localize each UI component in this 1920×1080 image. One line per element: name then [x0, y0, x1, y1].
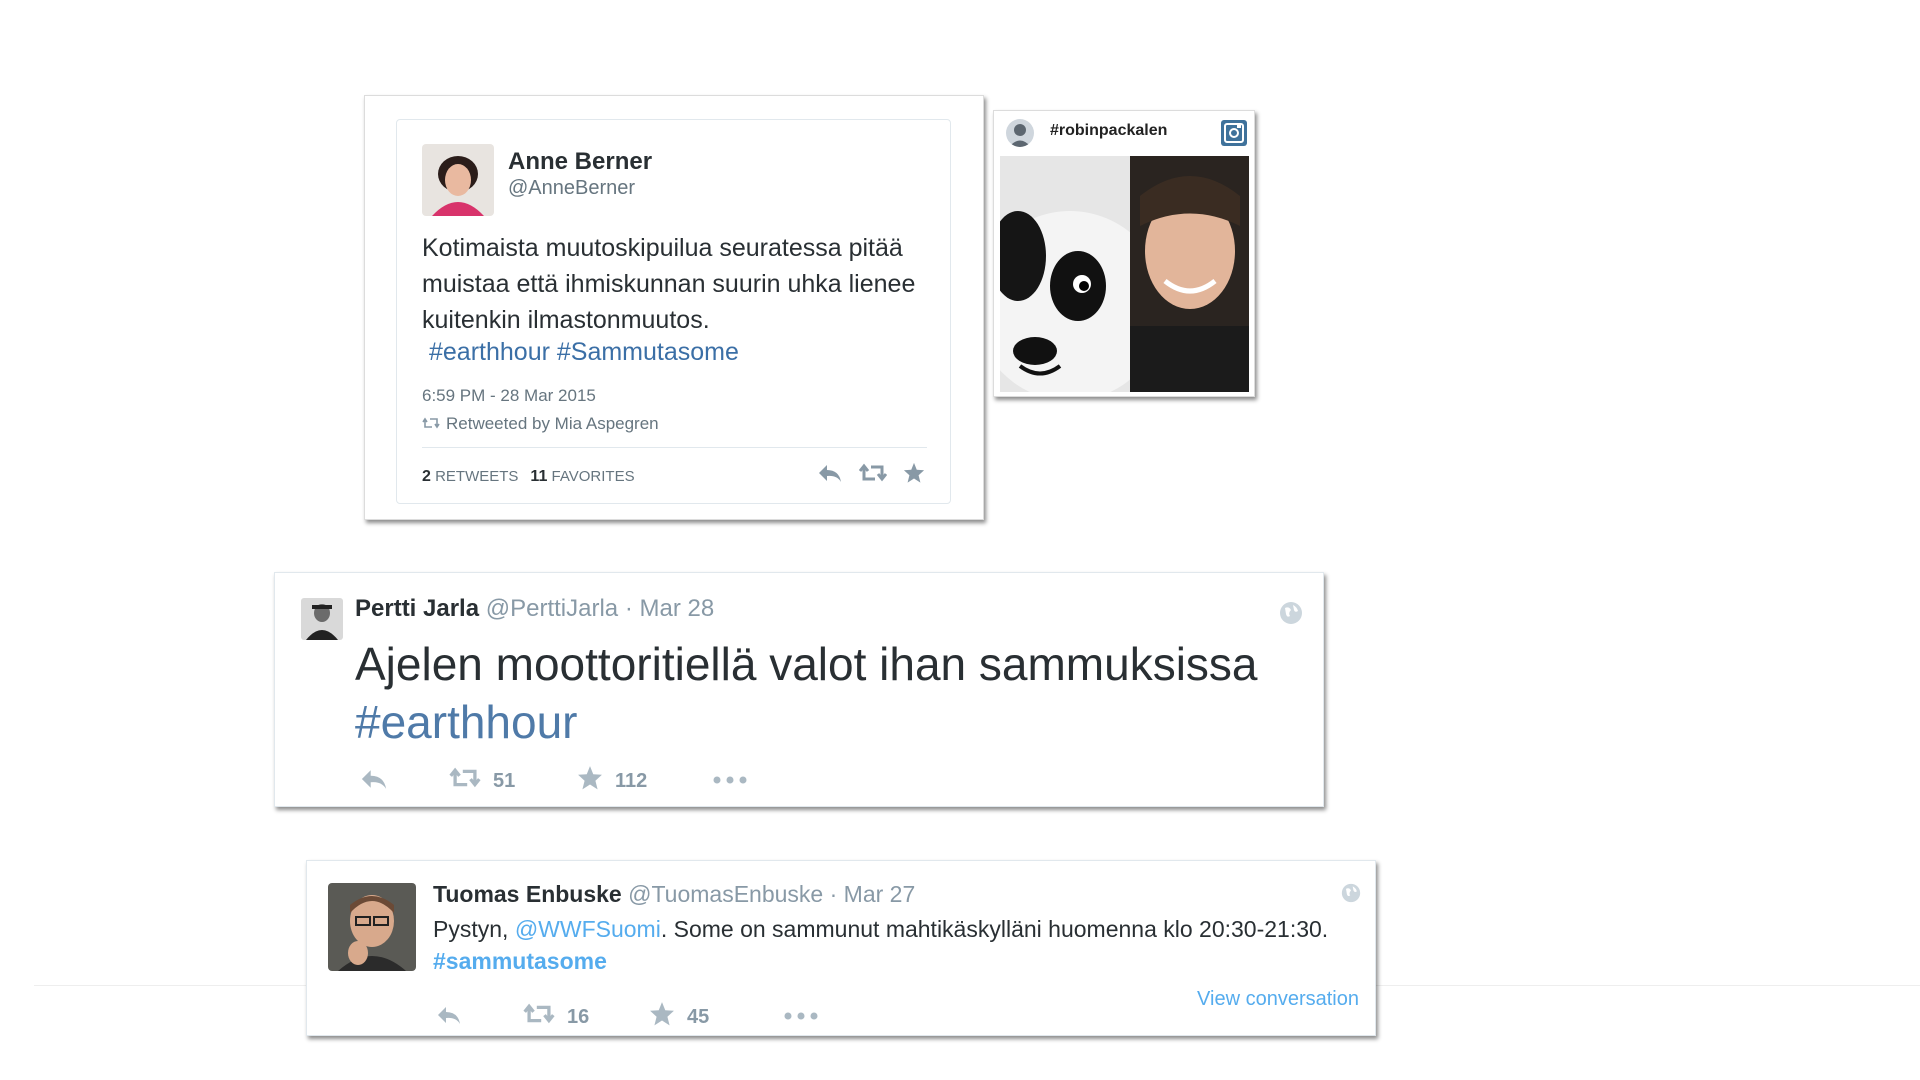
- tweet-header: Tuomas Enbuske @TuomasEnbuske · Mar 27: [433, 881, 915, 908]
- instagram-hashtag[interactable]: #robinpackalen: [1050, 122, 1167, 140]
- star-icon[interactable]: [903, 462, 925, 489]
- separator-dot: ·: [829, 881, 838, 907]
- retweet-icon: [422, 414, 440, 434]
- author-name[interactable]: Anne Berner: [508, 148, 652, 176]
- retweet-stat[interactable]: 2 RETWEETS: [422, 468, 518, 486]
- tweet-text-body: . Some on sammunut mahtikäskylläni huome…: [660, 916, 1329, 942]
- retweet-count: 2: [422, 468, 431, 485]
- tweet-text: Ajelen moottoritiellä valot ihan sammuks…: [355, 635, 1305, 751]
- instagram-card: #robinpackalen: [993, 110, 1255, 397]
- view-conversation-link[interactable]: View conversation: [1197, 988, 1359, 1011]
- tweet-timestamp[interactable]: 6:59 PM - 28 Mar 2015: [422, 386, 596, 406]
- tweet-hashtag[interactable]: #sammutasome: [433, 948, 607, 974]
- avatar[interactable]: [422, 144, 494, 216]
- retweet-count: 51: [493, 769, 516, 792]
- instagram-photo[interactable]: [1000, 156, 1249, 392]
- tweet-card-anne-berner: Anne Berner @AnneBerner Kotimaista muuto…: [364, 95, 984, 520]
- tweet-date[interactable]: Mar 28: [640, 595, 715, 622]
- reply-button[interactable]: [435, 1005, 523, 1030]
- star-icon: [649, 1001, 675, 1033]
- more-options-button[interactable]: [712, 772, 748, 790]
- star-icon: [577, 765, 603, 797]
- tweet-card-tuomas-enbuske: Tuomas Enbuske @TuomasEnbuske · Mar 27 P…: [306, 860, 1376, 1036]
- tweet-text-prefix: Pystyn,: [433, 916, 515, 942]
- favorite-count: 45: [687, 1005, 710, 1028]
- reply-icon: [435, 1005, 463, 1030]
- retweet-button[interactable]: 16: [523, 1003, 649, 1031]
- author-handle[interactable]: @AnneBerner: [508, 177, 635, 200]
- retweet-count: 16: [567, 1005, 590, 1028]
- retweeted-by: Retweeted by Mia Aspegren: [422, 414, 659, 434]
- instagram-header: #robinpackalen: [994, 111, 1254, 153]
- tweet-embed: Anne Berner @AnneBerner Kotimaista muuto…: [396, 119, 951, 504]
- tweet-actions: 16 45: [435, 1001, 819, 1033]
- retweet-button[interactable]: 51: [449, 767, 577, 795]
- tweet-text-body: Ajelen moottoritiellä valot ihan sammuks…: [355, 638, 1258, 690]
- retweeted-by-label: Retweeted by Mia Aspegren: [446, 414, 659, 433]
- reply-icon[interactable]: [817, 463, 843, 488]
- favorite-button[interactable]: 45: [649, 1001, 783, 1033]
- tweet-actions: [817, 462, 925, 489]
- favorite-stat-label: FAVORITES: [551, 468, 635, 485]
- retweet-icon: [523, 1003, 555, 1031]
- separator-dot: ·: [624, 595, 633, 622]
- favorite-button[interactable]: 112: [577, 765, 712, 797]
- retweet-icon[interactable]: [858, 463, 888, 488]
- tweet-hashtag[interactable]: #earthhour: [355, 696, 578, 748]
- favorite-count: 11: [530, 468, 548, 485]
- globe-icon: [1341, 883, 1361, 908]
- tweet-mention[interactable]: @WWFSuomi: [515, 916, 661, 942]
- avatar[interactable]: [301, 598, 343, 640]
- author-handle[interactable]: @PerttiJarla: [486, 595, 618, 622]
- divider: [422, 447, 927, 448]
- globe-icon: [1279, 601, 1303, 630]
- tweet-text: Kotimaista muutoskipuilua seuratessa pit…: [422, 234, 916, 334]
- tweet-actions: 51 112: [359, 765, 748, 797]
- reply-icon: [359, 768, 389, 795]
- author-name[interactable]: Pertti Jarla: [355, 595, 479, 622]
- tweet-card-pertti-jarla: Pertti Jarla @PerttiJarla · Mar 28 Ajele…: [274, 572, 1324, 807]
- reply-button[interactable]: [359, 768, 449, 795]
- avatar[interactable]: [328, 883, 416, 971]
- more-icon: [712, 772, 748, 790]
- tweet-date[interactable]: Mar 27: [844, 881, 916, 907]
- author-name[interactable]: Tuomas Enbuske: [433, 881, 622, 907]
- author-handle[interactable]: @TuomasEnbuske: [628, 881, 823, 907]
- more-options-button[interactable]: [783, 1008, 819, 1026]
- favorite-stat[interactable]: 11 FAVORITES: [530, 468, 634, 486]
- tweet-text: Pystyn, @WWFSuomi. Some on sammunut maht…: [433, 913, 1363, 977]
- instagram-icon[interactable]: [1220, 119, 1248, 147]
- avatar[interactable]: [1006, 119, 1034, 147]
- tweet-hashtags[interactable]: #earthhour #Sammutasome: [429, 338, 739, 367]
- retweet-icon: [449, 767, 481, 795]
- tweet-stats: 2 RETWEETS 11 FAVORITES: [422, 468, 635, 486]
- retweet-stat-label: RETWEETS: [435, 468, 519, 485]
- favorite-count: 112: [615, 769, 648, 792]
- tweet-header: Pertti Jarla @PerttiJarla · Mar 28: [355, 595, 714, 623]
- more-icon: [783, 1008, 819, 1026]
